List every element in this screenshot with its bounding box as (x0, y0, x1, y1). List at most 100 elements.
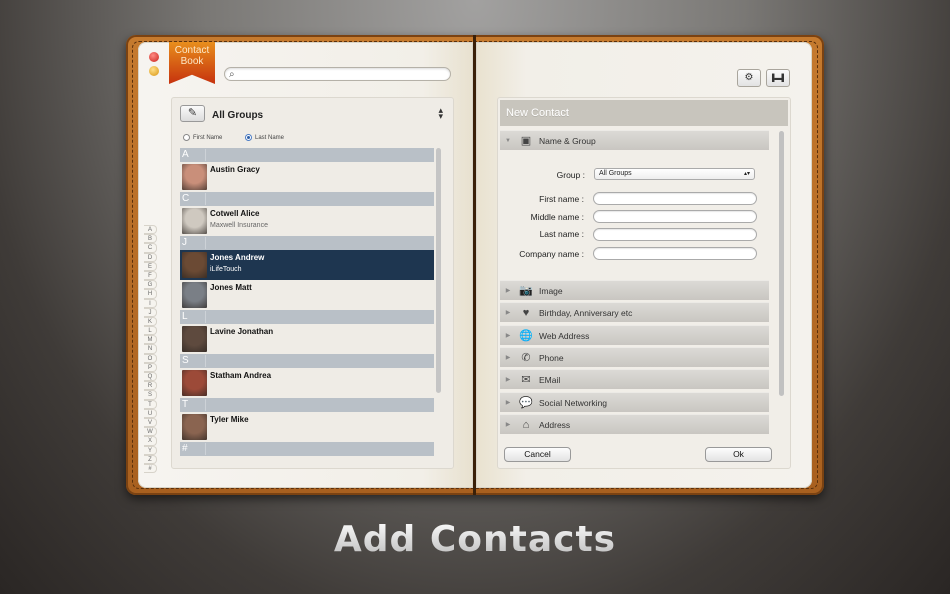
disclosure-closed-icon: ▶ (505, 400, 511, 406)
contact-name: Cotwell Alice (210, 209, 260, 218)
alphabet-tab[interactable]: S (144, 390, 157, 400)
radio-last-name[interactable] (245, 134, 252, 141)
section-name-group-label: Name & Group (539, 135, 596, 146)
alphabet-tab[interactable]: C (144, 243, 157, 253)
section-header-hash: # (180, 442, 434, 456)
section-email[interactable]: ▶ ✉ EMail (500, 369, 769, 389)
edit-groups-button[interactable]: ✎ (180, 105, 205, 122)
section-label: Phone (539, 352, 564, 363)
alphabet-tab[interactable]: J (144, 307, 157, 317)
alphabet-tab[interactable]: P (144, 362, 157, 372)
avatar (182, 282, 207, 308)
alphabet-tab[interactable]: A (144, 225, 157, 235)
speech-bubble-icon: 💬 (519, 397, 533, 409)
disclosure-closed-icon: ▶ (505, 310, 511, 316)
pencil-icon: ✎ (187, 107, 198, 119)
contact-row[interactable]: Statham Andrea (180, 368, 434, 398)
avatar (182, 414, 207, 440)
alphabet-tab[interactable]: X (144, 436, 157, 446)
sort-first-name-option[interactable]: First Name (183, 134, 222, 141)
section-label: Social Networking (539, 397, 608, 408)
section-header-a: A (180, 148, 434, 162)
alphabet-tab[interactable]: M (144, 335, 157, 345)
group-label: Group : (556, 170, 585, 180)
avatar (182, 252, 207, 278)
alphabet-tab[interactable]: I (144, 298, 157, 308)
contact-row[interactable]: Cotwell Alice Maxwell Insurance (180, 206, 434, 236)
contact-name: Austin Gracy (210, 165, 260, 174)
section-name-group[interactable]: ▼ ▣ Name & Group (500, 130, 769, 150)
ok-button[interactable]: Ok (705, 447, 772, 462)
alphabet-tab[interactable]: U (144, 408, 157, 418)
alphabet-tab[interactable]: # (144, 463, 157, 474)
alphabet-tab[interactable]: Y (144, 445, 157, 455)
contact-row[interactable]: Jones Matt (180, 280, 434, 310)
contact-row[interactable]: Austin Gracy (180, 162, 434, 192)
alphabet-tab[interactable]: K (144, 316, 157, 327)
contact-row[interactable]: Lavine Jonathan (180, 324, 434, 354)
section-address[interactable]: ▶ ⌂ Address (500, 414, 769, 434)
gear-icon: ⚙ (744, 72, 754, 83)
section-birthday-anniversary-etc[interactable]: ▶ ♥ Birthday, Anniversary etc (500, 302, 769, 322)
alphabet-tab[interactable]: Q (144, 372, 157, 382)
section-social-networking[interactable]: ▶ 💬 Social Networking (500, 392, 769, 412)
alphabet-tab[interactable]: N (144, 344, 157, 354)
alphabet-tab[interactable]: R (144, 381, 157, 391)
alphabet-tab[interactable]: D (144, 252, 157, 262)
group-selector[interactable]: All Groups (212, 110, 263, 121)
section-phone[interactable]: ▶ ✆ Phone (500, 347, 769, 367)
search-input[interactable]: ⌕ (224, 67, 451, 81)
group-selector-arrows-icon[interactable]: ▴ ▾ (438, 106, 443, 121)
alphabet-tab[interactable]: G (144, 280, 157, 290)
section-web-address[interactable]: ▶ 🌐 Web Address (500, 325, 769, 345)
left-page: Contact Book ⌕ ✎ All Groups ▴ ▾ First Nam… (138, 42, 473, 488)
alphabet-tab[interactable]: T (144, 399, 157, 409)
avatar (182, 458, 207, 460)
contact-row[interactable]: No Name (180, 456, 434, 460)
contact-card-icon: ▣ (520, 135, 532, 147)
radio-first-name[interactable] (183, 134, 190, 141)
alphabet-tab[interactable]: B (144, 234, 157, 244)
alphabet-tab[interactable]: E (144, 261, 157, 271)
contact-list-scrollbar[interactable] (436, 148, 441, 393)
first-name-field[interactable] (593, 192, 757, 205)
alphabet-tab[interactable]: O (144, 353, 157, 363)
contact-row[interactable]: Jones Andrew iLifeTouch (180, 250, 434, 280)
contact-name: Lavine Jonathan (210, 327, 274, 336)
section-label: Web Address (539, 330, 590, 341)
alphabet-tab[interactable]: Z (144, 454, 157, 464)
contact-name: Statham Andrea (210, 371, 272, 380)
section-header-t: T (180, 398, 434, 412)
sort-last-name-option[interactable]: Last Name (245, 134, 284, 141)
middle-name-label: Middle name : (530, 212, 584, 222)
section-header-l: L (180, 310, 434, 324)
logo-text-line1: Contact (174, 45, 210, 56)
section-image[interactable]: ▶ 📷 Image (500, 280, 769, 300)
envelope-icon: ✉ (521, 374, 531, 386)
section-label: EMail (539, 374, 561, 385)
alphabet-tab[interactable]: F (144, 270, 157, 281)
group-select[interactable]: All Groups ▴▾ (594, 168, 755, 180)
panel-title: New Contact (500, 100, 788, 126)
company-name-field[interactable] (593, 247, 757, 260)
view-toggle-icon: ▐▬▌ (769, 75, 787, 82)
contact-list: A Austin Gracy C Cotwell Alice Maxwell Insur… (180, 148, 434, 460)
contact-book-window: Contact Book ⌕ ✎ All Groups ▴ ▾ First Nam… (126, 35, 824, 495)
alphabet-tab[interactable]: W (144, 427, 157, 437)
settings-button[interactable]: ⚙ (737, 69, 761, 87)
middle-name-field[interactable] (593, 210, 757, 223)
section-header-c: C (180, 192, 434, 206)
last-name-field[interactable] (593, 228, 757, 241)
alphabet-tab[interactable]: V (144, 417, 157, 428)
cancel-button[interactable]: Cancel (504, 447, 571, 462)
alphabet-tab[interactable]: H (144, 289, 157, 299)
contact-row[interactable]: Tyler Mike (180, 412, 434, 442)
alphabet-tab[interactable]: L (144, 326, 157, 336)
minimize-window-button[interactable] (149, 66, 159, 76)
toggle-view-button[interactable]: ▐▬▌ (766, 69, 790, 87)
form-scrollbar[interactable] (779, 131, 784, 396)
close-window-button[interactable] (149, 52, 159, 62)
disclosure-closed-icon: ▶ (505, 333, 511, 339)
alphabet-index: A B C D E F G H I J K L M N O P Q R S T U V W X Y Z # (144, 225, 157, 474)
avatar (182, 326, 207, 352)
